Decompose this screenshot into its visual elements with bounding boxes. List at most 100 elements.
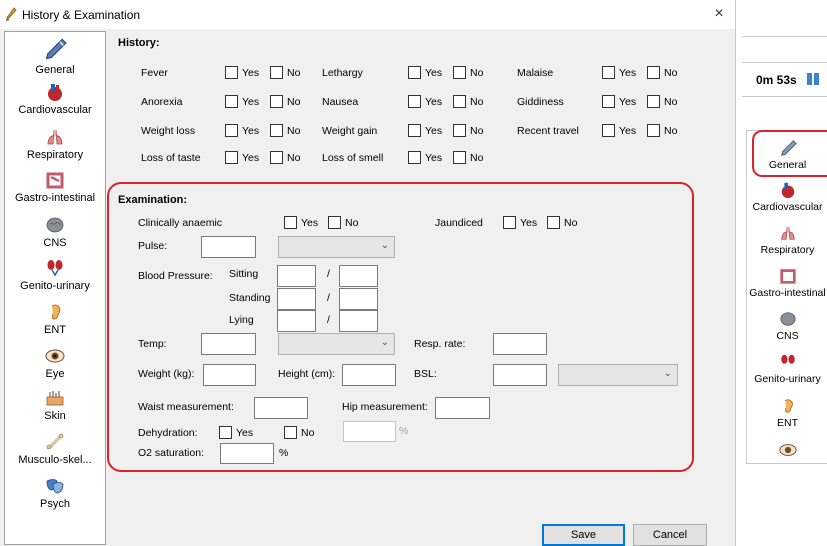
pulse-type-select[interactable]: ⌄ [278,236,395,258]
sidebar-item-skin[interactable]: Skin [5,388,105,422]
temp-input[interactable] [201,333,256,355]
percent-label: % [279,447,289,459]
lethargy-yes-checkbox[interactable] [408,66,421,79]
cancel-button[interactable]: Cancel [633,524,707,546]
sidebar-item-label: Respiratory [26,149,84,161]
lungs-icon [47,129,63,145]
right-item-ent[interactable]: ENT [747,397,827,429]
sidebar-item-eye[interactable]: Eye [5,346,105,380]
sidebar-item-respiratory[interactable]: Respiratory [5,127,105,161]
fever-yes-checkbox[interactable] [225,66,238,79]
divider [742,36,827,37]
right-category-list: General Cardiovascular Respiratory Gastr… [746,130,827,464]
yes-label: Yes [242,152,260,164]
lethargy-no-checkbox[interactable] [453,66,466,79]
history-label-recent-travel: Recent travel [517,125,579,137]
bp-standing-diastolic-input[interactable] [339,288,378,310]
sidebar-item-psych[interactable]: Psych [5,476,105,510]
jaundiced-yes-checkbox[interactable] [503,216,516,229]
loss-of-smell-yes-checkbox[interactable] [408,151,421,164]
no-label: No [287,152,301,164]
recent-travel-yes-checkbox[interactable] [602,124,615,137]
height-input[interactable] [342,364,396,386]
no-label: No [564,217,578,229]
resp-rate-input[interactable] [493,333,547,355]
malaise-no-checkbox[interactable] [647,66,660,79]
height-label: Height (cm): [278,368,336,380]
temp-site-select[interactable]: ⌄ [278,333,395,355]
loss-of-smell-no-checkbox[interactable] [453,151,466,164]
slash-label: / [327,292,330,304]
pause-icon[interactable] [806,72,820,86]
weight-input[interactable] [203,364,256,386]
bp-sitting-systolic-input[interactable] [277,265,316,287]
bp-lying-systolic-input[interactable] [277,310,316,332]
sidebar-item-general[interactable]: General [5,36,105,76]
jaundiced-no-checkbox[interactable] [547,216,560,229]
bp-lying-diastolic-input[interactable] [339,310,378,332]
anaemic-no-checkbox[interactable] [328,216,341,229]
o2-saturation-input[interactable] [220,443,274,464]
yes-label: Yes [425,152,443,164]
right-item-cardiovascular[interactable]: Cardiovascular [747,181,827,213]
yes-label: Yes [425,96,443,108]
sidebar-item-cardiovascular[interactable]: Cardiovascular [5,82,105,116]
brain-icon [779,312,796,326]
anorexia-no-checkbox[interactable] [270,95,283,108]
sidebar-item-cns[interactable]: CNS [5,215,105,249]
history-label-lethargy: Lethargy [322,67,363,79]
no-label: No [470,67,484,79]
skin-icon [46,391,64,406]
sidebar-item-musculo-skeletal[interactable]: Musculo-skel... [5,432,105,466]
giddiness-yes-checkbox[interactable] [602,95,615,108]
anaemic-yes-checkbox[interactable] [284,216,297,229]
dehydration-label: Dehydration: [138,427,198,439]
dehydration-yes-checkbox[interactable] [219,426,232,439]
sidebar-item-genito-urinary[interactable]: Genito-urinary [5,258,105,292]
kidney-icon [47,260,63,277]
weight-gain-no-checkbox[interactable] [453,124,466,137]
anorexia-yes-checkbox[interactable] [225,95,238,108]
fever-no-checkbox[interactable] [270,66,283,79]
weight-loss-yes-checkbox[interactable] [225,124,238,137]
yes-label: Yes [425,125,443,137]
loss-of-taste-no-checkbox[interactable] [270,151,283,164]
bsl-type-select[interactable]: ⌄ [558,364,678,386]
right-item-genito-urinary[interactable]: Genito-urinary [747,353,827,385]
sidebar-item-ent[interactable]: ENT [5,302,105,336]
sidebar-item-label: Eye [45,368,65,380]
weight-gain-yes-checkbox[interactable] [408,124,421,137]
waist-input[interactable] [254,397,308,419]
temp-label: Temp: [138,338,167,350]
right-item-respiratory[interactable]: Respiratory [747,224,827,256]
right-item-gastro-intestinal[interactable]: Gastro-intestinal [747,267,827,299]
pulse-input[interactable] [201,236,256,258]
yes-label: Yes [242,96,260,108]
close-button[interactable]: × [709,4,729,24]
save-button[interactable]: Save [542,524,625,546]
dehydration-no-checkbox[interactable] [284,426,297,439]
ear-icon [784,399,793,413]
right-item-label: Cardiovascular [752,201,823,213]
bone-icon [46,433,64,450]
weight-loss-no-checkbox[interactable] [270,124,283,137]
sidebar-item-gastro-intestinal[interactable]: Gastro-intestinal [5,170,105,204]
right-item-cns[interactable]: CNS [747,310,827,342]
loss-of-taste-yes-checkbox[interactable] [225,151,238,164]
eye-icon [45,349,65,363]
nausea-no-checkbox[interactable] [453,95,466,108]
nausea-yes-checkbox[interactable] [408,95,421,108]
bsl-input[interactable] [493,364,547,386]
bp-standing-systolic-input[interactable] [277,288,316,310]
category-sidebar: General Cardiovascular Respiratory Gastr… [4,31,106,545]
malaise-yes-checkbox[interactable] [602,66,615,79]
right-item-eye[interactable] [747,441,827,461]
yes-label: Yes [619,96,637,108]
brain-icon [46,217,64,233]
pen-icon [45,38,67,60]
bp-sitting-diastolic-input[interactable] [339,265,378,287]
hip-input[interactable] [435,397,490,419]
divider [735,0,736,546]
giddiness-no-checkbox[interactable] [647,95,660,108]
recent-travel-no-checkbox[interactable] [647,124,660,137]
